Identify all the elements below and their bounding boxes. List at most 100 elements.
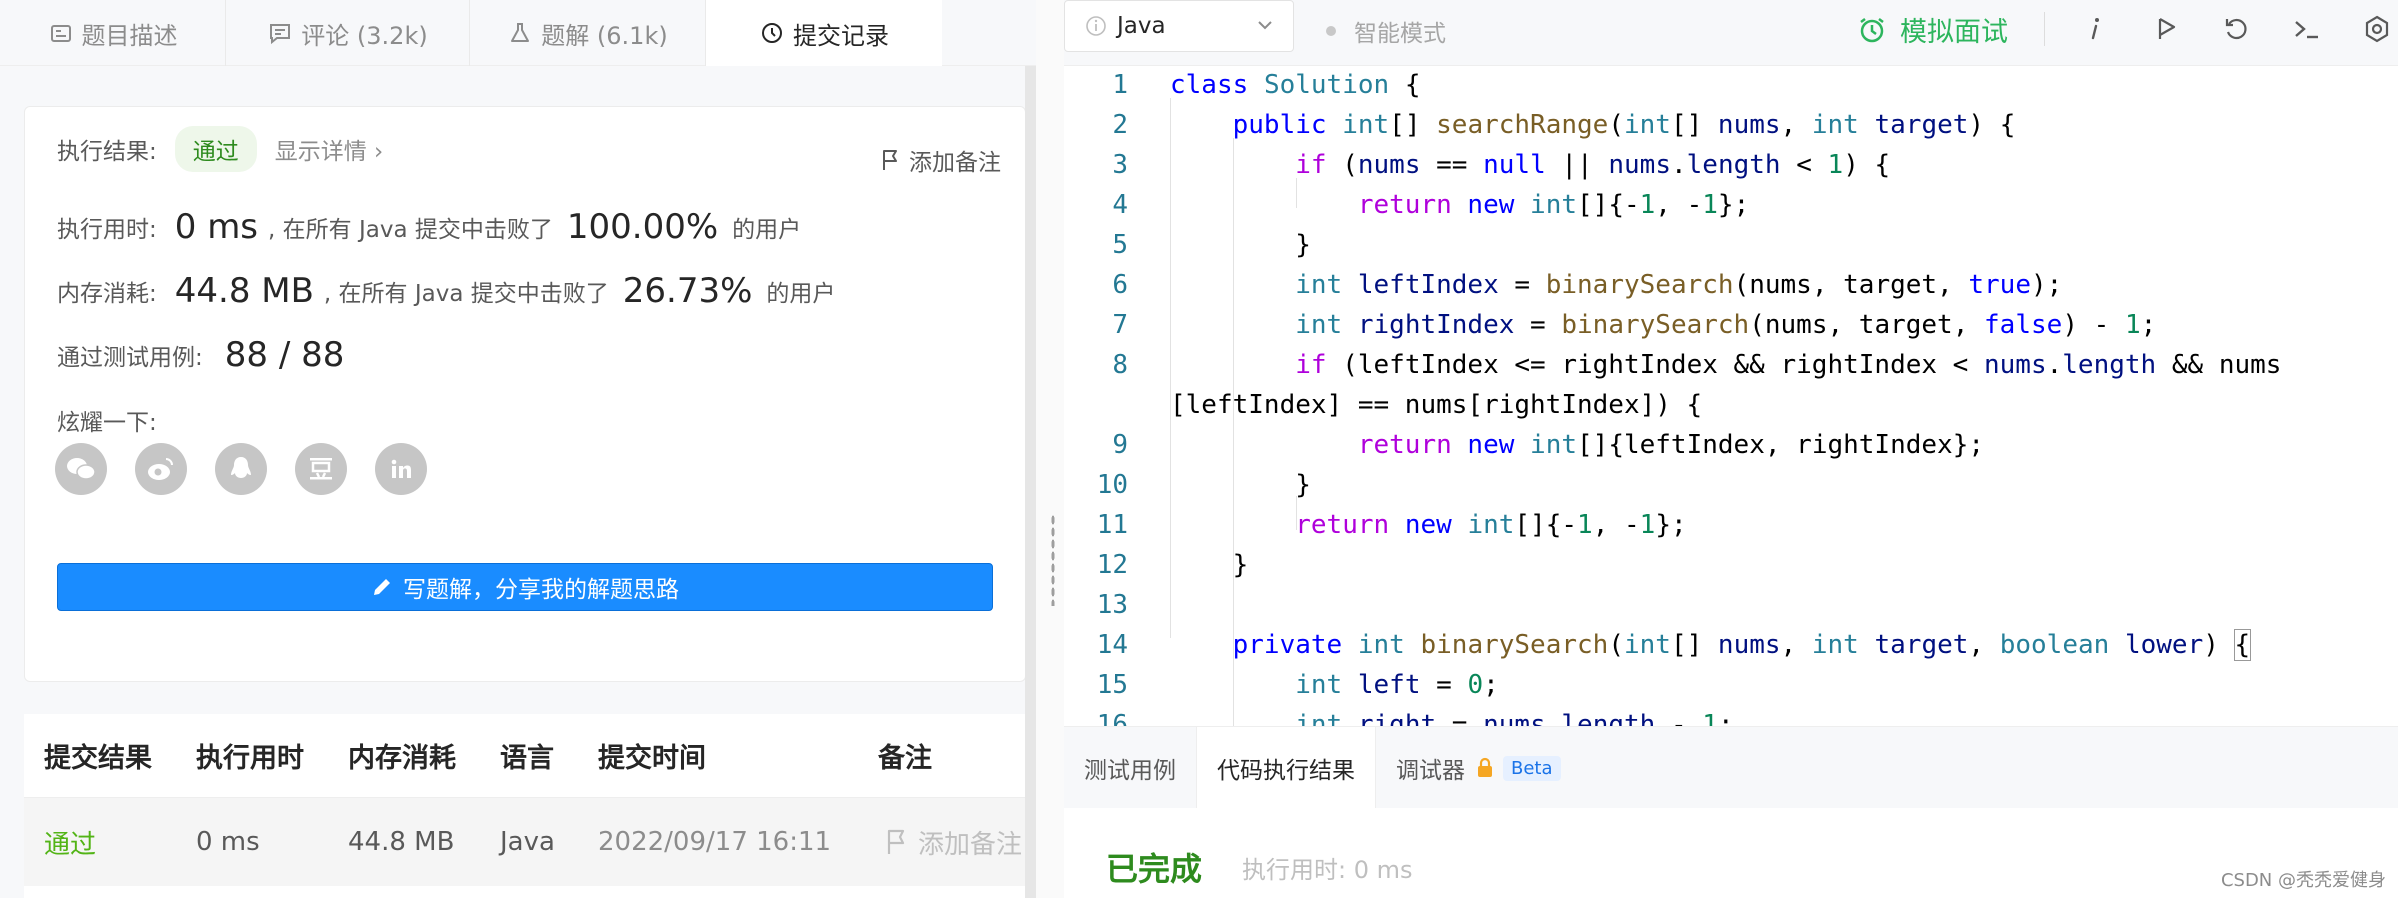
- settings-icon[interactable]: [2360, 12, 2394, 46]
- weibo-icon[interactable]: [135, 443, 187, 495]
- left-scrollbar[interactable]: [1025, 66, 1036, 898]
- flag-icon: [881, 149, 901, 171]
- result-card: 执行结果: 通过 显示详情 › 添加备注 执行用时: 0 ms , 在所有 Ja…: [24, 106, 1026, 682]
- tests-label: 通过测试用例:: [57, 345, 203, 371]
- drag-handle-icon[interactable]: [1051, 514, 1055, 606]
- time-row: 执行用时: 0 ms , 在所有 Java 提交中击败了 100.00% 的用户: [57, 207, 801, 247]
- row-note-label: 添加备注: [918, 829, 1023, 860]
- alarm-clock-icon: [1858, 16, 1886, 44]
- code-line: int right = nums.length - 1;: [1295, 710, 1734, 726]
- smart-mode-label: 智能模式: [1354, 21, 1446, 47]
- code-line: }: [1170, 230, 1311, 260]
- share-row-label: 炫耀一下:: [57, 403, 157, 437]
- time-value: 0 ms: [174, 207, 259, 247]
- memory-label: 内存消耗:: [57, 281, 157, 307]
- add-note-label: 添加备注: [909, 150, 1001, 176]
- table-row[interactable]: 通过 0 ms 44.8 MB Java 2022/09/17 16:11 添加…: [24, 798, 1026, 886]
- line-number: 6: [1112, 270, 1128, 300]
- time-label: 执行用时:: [57, 217, 157, 243]
- run-exec-time: 执行用时: 0 ms: [1242, 856, 1413, 884]
- editor-toolbar: Java 智能模式 模拟面试: [1064, 0, 2398, 66]
- italic-info-icon[interactable]: [2078, 12, 2112, 46]
- run-icon[interactable]: [2150, 12, 2184, 46]
- linkedin-icon[interactable]: [375, 443, 427, 495]
- line-number: 12: [1096, 550, 1128, 580]
- qq-icon[interactable]: [215, 443, 267, 495]
- chevron-down-icon: [1255, 15, 1275, 41]
- tab-submissions[interactable]: 提交记录: [706, 0, 942, 66]
- run-status: 已完成: [1106, 850, 1203, 888]
- tests-row: 通过测试用例: 88 / 88: [57, 335, 344, 375]
- share-buttons: [55, 443, 427, 495]
- header-submitted: 提交时间: [598, 743, 706, 774]
- flask-icon: [507, 20, 533, 46]
- code-line: if (nums == null || nums.length < 1) {: [1295, 150, 1891, 180]
- header-status: 提交结果: [44, 743, 152, 774]
- time-text: , 在所有 Java 提交中击败了: [268, 217, 553, 243]
- code-line: int leftIndex = binarySearch(nums, targe…: [1295, 270, 2063, 300]
- panel-divider[interactable]: [1036, 0, 1064, 898]
- row-language: Java: [500, 827, 555, 857]
- row-status[interactable]: 通过: [44, 824, 96, 861]
- memory-value: 44.8 MB: [174, 271, 314, 311]
- header-time: 执行用时: [196, 743, 304, 774]
- code-line: int rightIndex = binarySearch(nums, targ…: [1295, 310, 2157, 340]
- line-number: 3: [1112, 150, 1128, 180]
- lock-icon: [1475, 757, 1495, 779]
- result-row: 执行结果: 通过 显示详情 ›: [57, 126, 384, 172]
- console-icon[interactable]: [2290, 12, 2324, 46]
- row-add-note[interactable]: 添加备注: [886, 824, 1026, 861]
- line-number: 9: [1112, 430, 1128, 460]
- line-number: 5: [1112, 230, 1128, 260]
- tests-value: 88 / 88: [224, 335, 345, 375]
- tab-solutions[interactable]: 题解 (6.1k): [470, 0, 706, 66]
- row-memory: 44.8 MB: [348, 827, 455, 857]
- language-select[interactable]: Java: [1064, 0, 1294, 52]
- tab-debugger[interactable]: 调试器 Beta: [1376, 727, 1581, 809]
- tab-description[interactable]: 题目描述: [0, 0, 226, 66]
- code-line: return new int[]{-1, -1};: [1295, 510, 1687, 540]
- table-header: 提交结果 执行用时 内存消耗 语言 提交时间 备注: [24, 714, 1026, 798]
- code-line: private int binarySearch(int[] nums, int…: [1232, 629, 2252, 661]
- tab-label: 题目描述: [81, 21, 178, 50]
- left-panel: 题目描述 评论 (3.2k) 题解 (6.1k) 提交记录 执行结果: 通过 显…: [0, 0, 1036, 898]
- line-number: 8: [1112, 350, 1128, 380]
- reset-icon[interactable]: [2220, 12, 2254, 46]
- smart-mode-toggle[interactable]: 智能模式: [1326, 14, 1446, 48]
- tab-label: 评论 (3.2k): [301, 21, 428, 50]
- memory-row: 内存消耗: 44.8 MB , 在所有 Java 提交中击败了 26.73% 的…: [57, 271, 835, 311]
- code-line: }: [1170, 550, 1249, 580]
- tab-label: 提交记录: [793, 21, 889, 50]
- flag-icon: [886, 829, 908, 855]
- mock-interview-button[interactable]: 模拟面试: [1858, 10, 2008, 49]
- problem-tabs: 题目描述 评论 (3.2k) 题解 (6.1k) 提交记录: [0, 0, 1036, 66]
- line-number: 13: [1096, 590, 1128, 620]
- wechat-icon[interactable]: [55, 443, 107, 495]
- line-number: 15: [1096, 670, 1128, 700]
- write-solution-label: 写题解，分享我的解题思路: [403, 577, 679, 603]
- memory-suffix: 的用户: [766, 281, 836, 307]
- time-suffix: 的用户: [732, 217, 802, 243]
- clock-icon: [759, 20, 785, 46]
- beta-badge: Beta: [1503, 755, 1561, 781]
- code-line: int left = 0;: [1295, 670, 1499, 700]
- write-solution-button[interactable]: 写题解，分享我的解题思路: [57, 563, 993, 611]
- code-line: return new int[]{-1, -1};: [1357, 190, 1750, 220]
- tab-test-cases[interactable]: 测试用例: [1064, 727, 1196, 809]
- douban-icon[interactable]: [295, 443, 347, 495]
- app-root: 题目描述 评论 (3.2k) 题解 (6.1k) 提交记录 执行结果: 通过 显…: [0, 0, 2398, 898]
- tab-comments[interactable]: 评论 (3.2k): [226, 0, 470, 66]
- tab-run-result[interactable]: 代码执行结果: [1196, 727, 1376, 809]
- show-details-link[interactable]: 显示详情 ›: [275, 132, 384, 166]
- time-percent: 100.00%: [566, 207, 719, 247]
- line-number: 4: [1112, 190, 1128, 220]
- code-line: return new int[]{leftIndex, rightIndex};: [1357, 430, 1985, 460]
- status-dot: [1326, 26, 1336, 36]
- row-time: 0 ms: [196, 827, 260, 857]
- line-number: 7: [1112, 310, 1128, 340]
- code-editor[interactable]: 1 2 3 4 5 6 7 8 9 10 11 12 13 14 15 16 c…: [1064, 66, 2398, 726]
- code-line: class Solution {: [1170, 70, 1421, 100]
- add-note-button[interactable]: 添加备注: [881, 143, 1001, 177]
- code-line: [leftIndex] == nums[rightIndex]) {: [1170, 390, 1703, 420]
- language-value: Java: [1117, 13, 1166, 39]
